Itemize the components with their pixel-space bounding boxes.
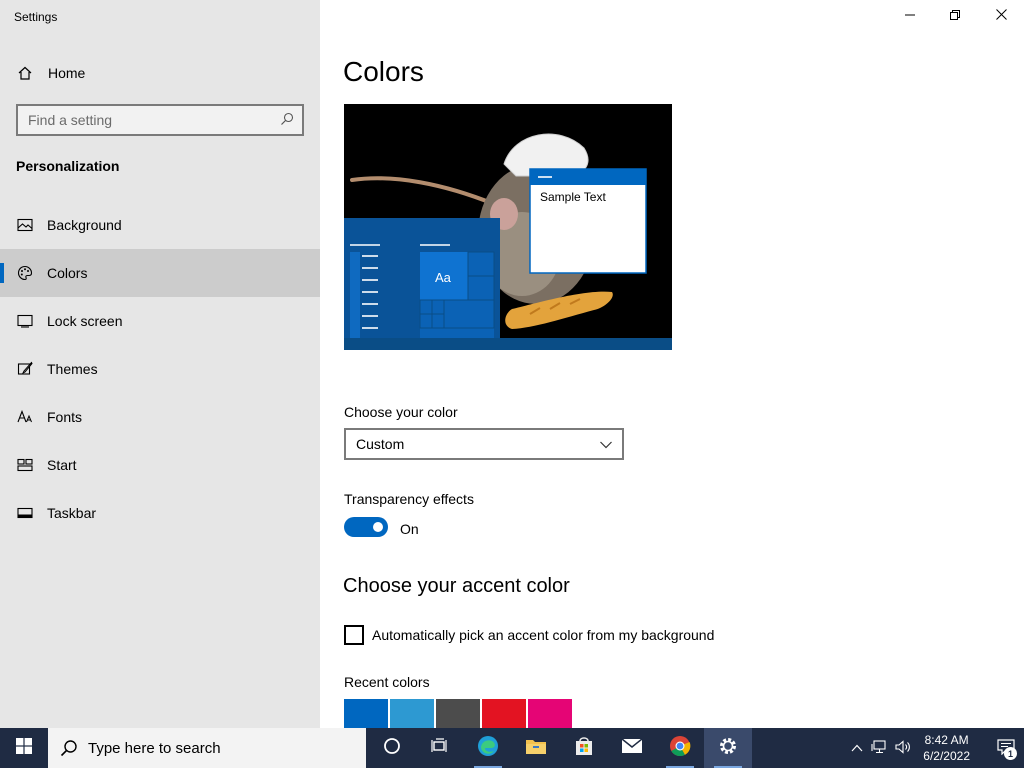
close-icon	[995, 7, 1007, 25]
find-setting-search[interactable]	[16, 104, 304, 136]
sidebar-item-lock-screen[interactable]: Lock screen	[0, 297, 320, 345]
chrome-icon	[669, 735, 691, 762]
sidebar-item-colors[interactable]: Colors	[0, 249, 320, 297]
sidebar-item-label: Taskbar	[47, 505, 97, 521]
cortana-icon	[383, 737, 401, 760]
taskbar-search[interactable]: Type here to search	[48, 728, 366, 768]
system-tray: 8:42 AM 6/2/2022 1	[851, 728, 1024, 768]
choose-color-dropdown[interactable]: Custom	[344, 428, 624, 460]
minimize-icon	[905, 7, 915, 25]
clock[interactable]: 8:42 AM 6/2/2022	[923, 732, 970, 764]
choose-color-label: Choose your color	[344, 404, 458, 420]
edge-button[interactable]	[464, 728, 512, 768]
theme-preview: Sample Text Aa	[344, 104, 672, 350]
network-icon[interactable]	[871, 739, 887, 757]
clock-time: 8:42 AM	[924, 733, 969, 747]
sidebar-item-taskbar[interactable]: Taskbar	[0, 489, 320, 537]
chevron-up-icon[interactable]	[851, 741, 863, 755]
restore-button[interactable]	[932, 0, 978, 32]
color-swatch[interactable]	[482, 699, 526, 728]
app-title: Settings	[14, 10, 58, 24]
clock-date: 6/2/2022	[923, 749, 970, 763]
sample-text: Sample Text	[540, 190, 606, 204]
sidebar-item-themes[interactable]: Themes	[0, 345, 320, 393]
section-title: Personalization	[16, 158, 120, 174]
store-icon	[574, 736, 594, 761]
start-grid-icon	[16, 456, 34, 474]
settings-icon	[718, 736, 738, 761]
task-view-icon	[431, 737, 449, 759]
dropdown-value: Custom	[356, 436, 405, 452]
sidebar-item-label: Lock screen	[47, 313, 123, 329]
transparency-toggle[interactable]	[344, 517, 388, 537]
auto-accent-checkbox[interactable]	[344, 625, 364, 645]
chevron-down-icon	[600, 436, 612, 452]
color-swatch[interactable]	[390, 699, 434, 728]
recent-colors	[344, 699, 572, 728]
color-swatch[interactable]	[436, 699, 480, 728]
taskbar: Type here to search 8:42 AM 6/2/2022 1	[0, 728, 1024, 768]
search-icon[interactable]	[280, 112, 294, 129]
search-input[interactable]	[28, 112, 280, 128]
action-center-button[interactable]: 1	[988, 728, 1024, 768]
edge-icon	[477, 735, 499, 762]
start-button[interactable]	[0, 728, 48, 768]
sidebar-nav: Background Colors Lock screen Themes Fon…	[0, 201, 320, 537]
toggle-knob	[373, 522, 383, 532]
accent-heading: Choose your accent color	[343, 575, 570, 597]
sidebar-item-background[interactable]: Background	[0, 201, 320, 249]
picture-icon	[16, 216, 34, 234]
mail-button[interactable]	[608, 728, 656, 768]
sidebar-item-label: Themes	[47, 361, 98, 377]
chrome-button[interactable]	[656, 728, 704, 768]
auto-accent-label: Automatically pick an accent color from …	[372, 627, 715, 643]
sidebar-item-label: Background	[47, 217, 122, 233]
file-explorer-button[interactable]	[512, 728, 560, 768]
mail-icon	[621, 737, 643, 759]
search-icon	[60, 739, 78, 757]
sidebar-item-label: Colors	[47, 265, 88, 281]
lock-screen-icon	[16, 312, 34, 330]
taskbar-search-placeholder: Type here to search	[88, 739, 221, 757]
toggle-state: On	[400, 521, 419, 537]
sidebar-item-start[interactable]: Start	[0, 441, 320, 489]
transparency-label: Transparency effects	[344, 491, 474, 507]
cortana-button[interactable]	[368, 728, 416, 768]
sidebar: Settings Home Personalization Background…	[0, 0, 320, 728]
store-button[interactable]	[560, 728, 608, 768]
color-swatch[interactable]	[344, 699, 388, 728]
task-view-button[interactable]	[416, 728, 464, 768]
settings-button[interactable]	[704, 728, 752, 768]
sidebar-item-fonts[interactable]: Fonts	[0, 393, 320, 441]
color-swatch[interactable]	[528, 699, 572, 728]
brush-icon	[16, 360, 34, 378]
home-link[interactable]: Home	[0, 55, 320, 91]
close-button[interactable]	[978, 0, 1024, 32]
notification-badge: 1	[1004, 747, 1017, 760]
taskbar-icon	[16, 504, 34, 522]
sidebar-item-label: Fonts	[47, 409, 83, 425]
sidebar-item-label: Start	[47, 457, 77, 473]
home-icon	[16, 64, 34, 82]
tile-text: Aa	[435, 270, 451, 285]
taskbar-apps	[368, 728, 752, 768]
minimize-button[interactable]	[887, 0, 933, 32]
font-icon	[16, 408, 34, 426]
wallpaper-image	[344, 104, 672, 350]
page-title: Colors	[343, 56, 424, 87]
volume-icon[interactable]	[895, 739, 911, 757]
home-label: Home	[48, 65, 86, 81]
file-explorer-icon	[525, 737, 547, 760]
restore-icon	[950, 7, 960, 25]
windows-logo-icon	[16, 737, 32, 759]
recent-colors-label: Recent colors	[344, 674, 430, 690]
palette-icon	[16, 264, 34, 282]
